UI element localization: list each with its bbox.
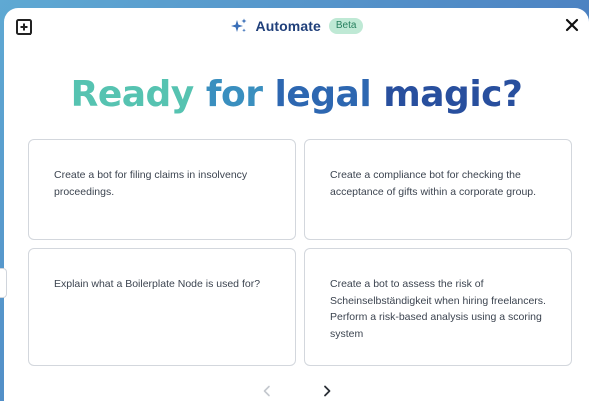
panel-header: Automate Beta	[4, 8, 589, 44]
chevron-right-icon[interactable]	[320, 384, 334, 398]
headline-word: for	[205, 74, 263, 115]
automate-panel: Automate Beta Ready for legal magic? Cre…	[4, 8, 589, 401]
headline-word: magic?	[383, 74, 523, 115]
suggestion-card-insolvency-claims[interactable]: Create a bot for filing claims in insolv…	[28, 139, 296, 240]
suggestion-cards: Create a bot for filing claims in insolv…	[28, 139, 574, 373]
header-title-group: Automate Beta	[4, 17, 589, 35]
close-icon[interactable]	[565, 18, 579, 32]
suggestion-card-freelancer-risk[interactable]: Create a bot to assess the risk of Schei…	[304, 248, 572, 366]
headline: Ready for legal magic?	[4, 70, 589, 120]
sparkle-icon	[230, 17, 248, 35]
headline-word: Ready	[70, 74, 195, 115]
panel-title: Automate	[255, 18, 321, 34]
headline-word: legal	[274, 74, 372, 115]
beta-badge: Beta	[328, 18, 364, 34]
chevron-left-icon[interactable]	[260, 384, 274, 398]
pager	[4, 384, 589, 398]
suggestion-card-boilerplate-node[interactable]: Explain what a Boilerplate Node is used …	[28, 248, 296, 366]
side-drawer-handle[interactable]	[0, 268, 7, 298]
suggestion-card-gift-compliance[interactable]: Create a compliance bot for checking the…	[304, 139, 572, 240]
